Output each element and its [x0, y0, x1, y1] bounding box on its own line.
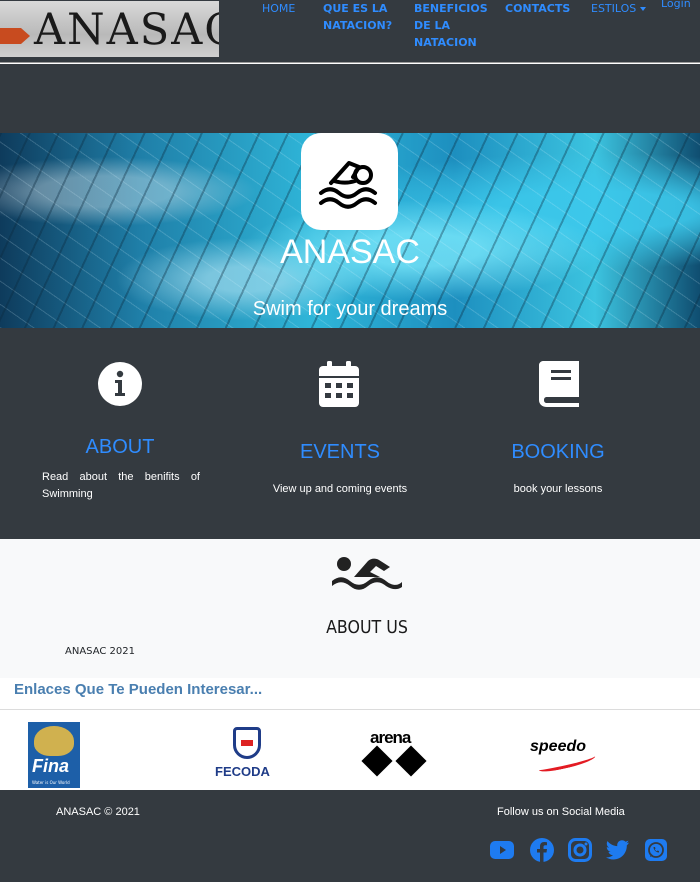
- hero-title: ANASAC: [280, 233, 420, 271]
- brand-logo[interactable]: ANASAC: [0, 1, 219, 57]
- hero-subtitle: Swim for your dreams: [252, 298, 448, 320]
- feature-about-text: Read about the benifits of Swimming: [42, 471, 200, 500]
- arena-diamond-right: [395, 745, 427, 777]
- nav-login-link[interactable]: Login: [661, 0, 691, 12]
- book-icon: [539, 361, 579, 407]
- swimmer-icon: [319, 161, 377, 209]
- partner-fina-logo[interactable]: Fina Water is Our World: [28, 722, 80, 788]
- nav-que-es-link[interactable]: QUE ES LA NATACION?: [323, 0, 403, 34]
- brand-arrow-graphic: [0, 28, 30, 44]
- features-section: ABOUT Read about the benifits of Swimmin…: [0, 328, 700, 539]
- feature-booking-text: book your lessons: [513, 483, 603, 495]
- footer: ANASAC © 2021 Follow us on Social Media: [0, 790, 700, 882]
- nav-beneficios-label: BENEFICIOS DE LA NATACION: [414, 2, 488, 49]
- caret-down-icon: [640, 7, 647, 11]
- feature-events-text: View up and coming events: [272, 483, 408, 495]
- links-heading: Enlaces Que Te Pueden Interesar...: [14, 681, 263, 698]
- nav-beneficios-link[interactable]: BENEFICIOS DE LA NATACION: [414, 0, 494, 51]
- footer-copyright: ANASAC © 2021: [56, 806, 140, 818]
- hero-banner: ANASAC Swim for your dreams: [0, 133, 700, 328]
- header-spacer: [0, 64, 700, 133]
- navbar: ANASAC HOME QUE ES LA NATACION? BENEFICI…: [0, 0, 700, 63]
- hero-logo-tile: [301, 133, 398, 230]
- fina-globe-graphic: [34, 726, 74, 756]
- nav-estilos-dropdown[interactable]: ESTILOS: [591, 0, 647, 17]
- brand-logo-text: ANASAC: [34, 5, 219, 55]
- fecoda-shield-graphic: [233, 727, 261, 759]
- calendar-icon: [319, 361, 359, 407]
- whatsapp-icon[interactable]: [644, 838, 668, 862]
- about-year: ANASAC 2021: [65, 646, 135, 657]
- partner-speedo-logo[interactable]: speedo: [528, 738, 598, 774]
- facebook-icon[interactable]: [530, 838, 554, 862]
- instagram-icon[interactable]: [568, 838, 592, 862]
- feature-about-title[interactable]: ABOUT: [60, 436, 180, 459]
- fina-logo-text: Fina: [32, 756, 70, 776]
- nav-home-link[interactable]: HOME: [262, 0, 295, 17]
- swimmer-icon: [332, 557, 402, 590]
- info-circle-icon: [98, 362, 142, 406]
- nav-que-es-label: QUE ES LA NATACION?: [323, 2, 393, 32]
- youtube-icon[interactable]: [490, 838, 514, 862]
- nav-estilos-label: ESTILOS: [591, 2, 637, 15]
- speedo-logo-text: speedo: [530, 738, 587, 755]
- nav-contacts-link[interactable]: CONTACTS: [505, 0, 570, 17]
- fecoda-logo-text: FECODA: [215, 764, 270, 779]
- fina-tagline: Water is Our World: [32, 780, 70, 785]
- about-section: ABOUT US ANASAC 2021: [0, 539, 700, 678]
- feature-booking-title[interactable]: BOOKING: [498, 441, 618, 464]
- partner-arena-logo[interactable]: arena: [360, 728, 432, 782]
- arena-diamond-left: [361, 745, 393, 777]
- partner-fecoda-logo[interactable]: FECODA: [193, 722, 299, 788]
- links-divider: [0, 709, 700, 710]
- about-title: ABOUT US: [326, 617, 408, 638]
- feature-events-title[interactable]: EVENTS: [280, 441, 400, 464]
- footer-follow-text: Follow us on Social Media: [497, 806, 625, 818]
- twitter-icon[interactable]: [606, 838, 630, 862]
